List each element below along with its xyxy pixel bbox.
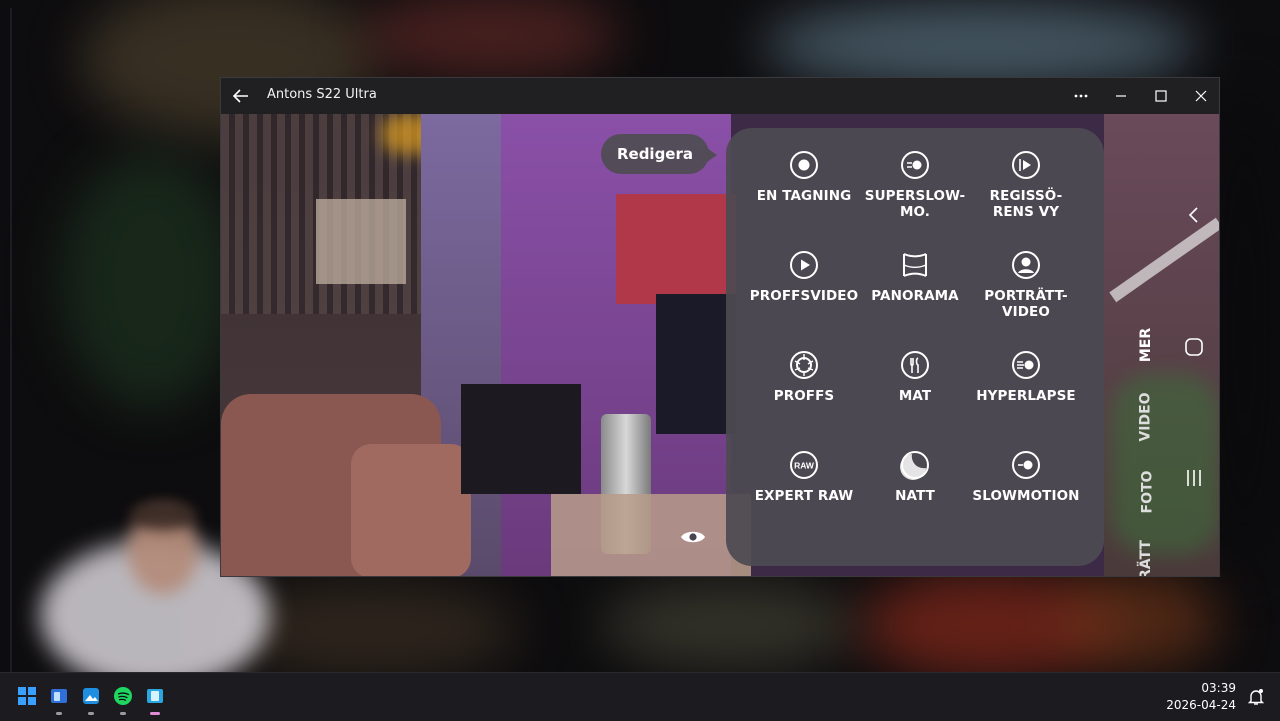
- phone-mirror-window: Antons S22 Ultra Redigera EN TAGNING SUP…: [220, 77, 1220, 577]
- android-recent-apps-button[interactable]: [1183, 467, 1205, 493]
- minimize-button[interactable]: [1101, 78, 1141, 114]
- chevron-left-icon: [1188, 207, 1198, 223]
- mode-pro[interactable]: PROFFS: [745, 350, 863, 404]
- mode-label: SLOWMOTION: [972, 488, 1080, 504]
- close-icon: [1195, 90, 1207, 102]
- mode-night[interactable]: NATT: [856, 450, 974, 504]
- mode-label: REGISSÖ- RENS VY: [989, 188, 1063, 220]
- mode-pro-video[interactable]: PROFFSVIDEO: [745, 250, 863, 304]
- maximize-icon: [1155, 90, 1167, 102]
- mode-label: PROFFS: [773, 388, 835, 404]
- close-button[interactable]: [1181, 78, 1219, 114]
- taskbar: 03:39 2026-04-24: [0, 672, 1280, 721]
- taskbar-app-spotify[interactable]: [108, 681, 138, 715]
- start-icon: [18, 687, 36, 705]
- notification-bell-icon: [1247, 689, 1265, 705]
- raw-badge-text: RAW: [794, 461, 815, 471]
- spotify-icon: [114, 687, 132, 705]
- mode-label: MAT: [898, 388, 932, 404]
- android-back-button[interactable]: [1183, 204, 1205, 230]
- hyperlapse-icon: [1012, 351, 1040, 379]
- edit-modes-button[interactable]: Redigera: [601, 134, 709, 174]
- mode-label: EXPERT RAW: [754, 488, 854, 504]
- maximize-button[interactable]: [1141, 78, 1181, 114]
- taskbar-app-photos[interactable]: [76, 681, 106, 715]
- mode-super-slow-mo[interactable]: SUPERSLOW- MO.: [856, 150, 974, 220]
- mode-hyperlapse[interactable]: HYPERLAPSE: [967, 350, 1085, 404]
- taskbar-app-phone-link[interactable]: [44, 681, 74, 715]
- mode-label: PROFFSVIDEO: [749, 288, 859, 304]
- android-home-button[interactable]: [1183, 336, 1205, 362]
- home-square-icon: [1185, 338, 1203, 356]
- tab-video[interactable]: VIDEO: [1138, 392, 1154, 441]
- pro-icon: [790, 351, 818, 379]
- directors-view-icon: [1012, 151, 1040, 179]
- mode-food[interactable]: MAT: [856, 350, 974, 404]
- more-icon: [1074, 94, 1088, 98]
- mode-portrait-video[interactable]: PORTRÄTT- VIDEO: [967, 250, 1085, 320]
- tab-photo[interactable]: FOTO: [1139, 471, 1155, 514]
- mode-slow-motion[interactable]: SLOWMOTION: [967, 450, 1085, 504]
- mode-panorama[interactable]: PANORAMA: [856, 250, 974, 304]
- mode-directors-view[interactable]: REGISSÖ- RENS VY: [967, 150, 1085, 220]
- visibility-toggle-button[interactable]: [676, 524, 710, 550]
- mode-expert-raw[interactable]: RAW EXPERT RAW: [745, 450, 863, 504]
- clock-date[interactable]: 2026-04-24: [1166, 698, 1236, 712]
- mode-label: NATT: [895, 488, 935, 504]
- tab-portrait[interactable]: RÄTT: [1138, 540, 1154, 576]
- window-title: Antons S22 Ultra: [267, 87, 377, 102]
- mode-label: PORTRÄTT- VIDEO: [984, 288, 1068, 320]
- expert-raw-icon: RAW: [790, 451, 818, 479]
- more-options-button[interactable]: [1061, 78, 1101, 114]
- title-bar: Antons S22 Ultra: [221, 78, 1219, 114]
- mode-label: HYPERLAPSE: [976, 388, 1076, 404]
- super-slow-mo-icon: [901, 151, 929, 179]
- food-icon: [901, 351, 929, 379]
- slow-motion-icon: [1012, 451, 1040, 479]
- notification-center-button[interactable]: [1246, 687, 1266, 707]
- taskbar-app-phone-mirror[interactable]: [140, 681, 170, 715]
- edit-bubble-tail: [707, 148, 717, 162]
- back-button[interactable]: [229, 84, 253, 108]
- recent-apps-icon: [1187, 470, 1201, 486]
- portrait-video-icon: [1012, 251, 1040, 279]
- camera-mode-panel: EN TAGNING SUPERSLOW- MO. REGISSÖ- RENS …: [726, 128, 1104, 566]
- clock-time[interactable]: 03:39: [1201, 681, 1236, 695]
- night-icon: [900, 451, 929, 480]
- mode-single-take[interactable]: EN TAGNING: [745, 150, 863, 204]
- pro-video-icon: [790, 251, 818, 279]
- phone-mirror-icon: [147, 689, 163, 703]
- photos-icon: [83, 688, 99, 704]
- start-button[interactable]: [12, 681, 42, 711]
- phone-link-icon: [51, 689, 67, 703]
- tab-more[interactable]: MER: [1138, 328, 1154, 362]
- single-take-icon: [790, 151, 818, 179]
- panorama-icon: [903, 253, 927, 277]
- mode-label: EN TAGNING: [756, 188, 852, 204]
- mode-label: SUPERSLOW- MO.: [864, 188, 966, 220]
- camera-viewfinder[interactable]: Redigera EN TAGNING SUPERSLOW- MO. REGIS…: [221, 114, 1219, 576]
- eye-icon: [681, 531, 705, 543]
- minimize-icon: [1116, 95, 1126, 97]
- arrow-left-icon: [232, 89, 248, 103]
- mode-label: PANORAMA: [871, 288, 959, 304]
